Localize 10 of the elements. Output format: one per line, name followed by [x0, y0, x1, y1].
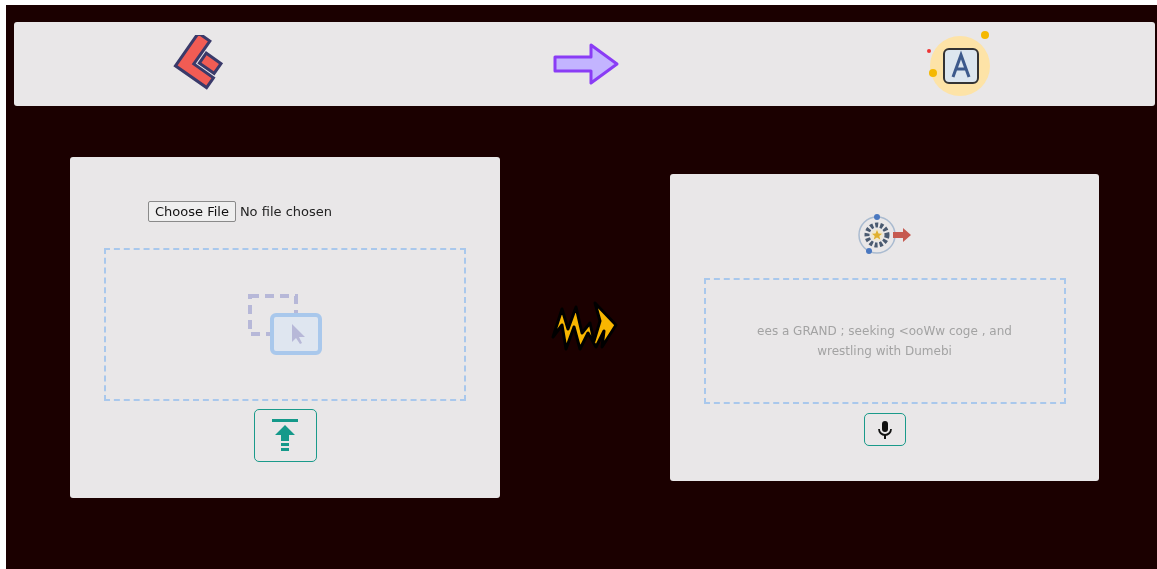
microphone-icon [877, 420, 892, 439]
arrow-right-icon [551, 41, 620, 87]
gear-arrow-icon [856, 214, 913, 256]
drag-drop-icon [247, 292, 323, 357]
file-status: No file chosen [239, 204, 332, 219]
choose-file-button[interactable]: Choose File [148, 201, 236, 222]
upload-icon [270, 418, 300, 453]
microphone-button[interactable] [863, 413, 906, 446]
upload-button[interactable] [253, 409, 317, 462]
transcript-text: ees a GRAND ; seeking <ooWw coge , and wrestling with Dumebi [756, 323, 1013, 360]
